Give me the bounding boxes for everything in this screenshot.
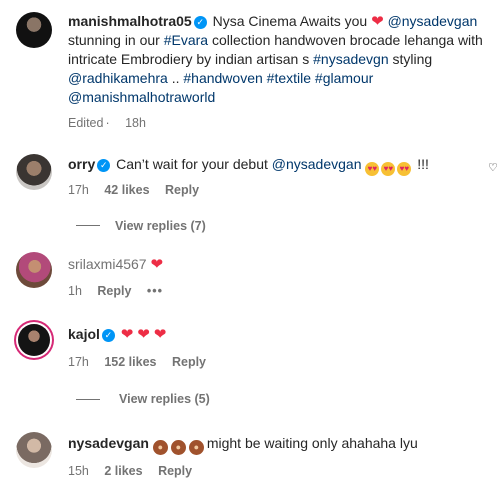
red-heart-emoji: ❤ (371, 13, 384, 30)
commenter-username[interactable]: srilaxmi4567 (68, 256, 147, 272)
heart-eyes-emoji: ♥♥ (365, 162, 380, 176)
hashtag-textile[interactable]: #textile (267, 70, 311, 86)
comment-meta: 17h 42 likes Reply (68, 182, 211, 198)
caption-line1-text: Nysa Cinema Awaits you (212, 13, 368, 29)
comment-text: Can’t wait for your debut (116, 156, 268, 172)
verified-badge-icon: ✓ (193, 16, 207, 29)
comment-likes[interactable]: 42 likes (104, 183, 149, 197)
heart-eyes-emoji: ♥♥ (381, 162, 396, 176)
reply-button[interactable]: Reply (172, 355, 206, 369)
comment-text: might be waiting only ahahaha lyu (206, 435, 418, 451)
see-no-evil-monkey-emoji: ● (170, 440, 186, 455)
post-caption: manishmalhotra05 ✓ Nysa Cinema Awaits you… (68, 12, 500, 107)
caption-line2-post: collection handwoven brocade lehanga wit… (211, 32, 483, 48)
view-replies-button[interactable]: View replies (7) (115, 218, 206, 234)
mention-radhikamehra[interactable]: @radhikamehra (68, 70, 168, 86)
commenter-username[interactable]: nysadevgan (68, 435, 149, 451)
heart-eyes-emoji: ♥♥ (397, 162, 412, 176)
hashtag-glamour[interactable]: #glamour (315, 70, 373, 86)
red-heart-emoji: ❤ (120, 326, 134, 343)
reply-button[interactable]: Reply (165, 183, 199, 197)
caption-line3-post: styling (392, 51, 433, 67)
see-no-evil-monkey-emoji: ● (188, 440, 204, 455)
comment-time: 17h (68, 183, 89, 197)
commenter-username[interactable]: orry (68, 156, 95, 172)
comment-meta: 15h 2 likes Reply (68, 463, 204, 479)
post-meta: Edited · 18h (68, 116, 146, 130)
red-heart-emoji: ❤ (137, 326, 150, 343)
view-replies-button[interactable]: View replies (5) (119, 391, 210, 407)
comment-srilaxmi4567: srilaxmi4567 ❤ (68, 255, 163, 274)
commenter-avatar-srilaxmi4567[interactable] (16, 252, 52, 288)
post-author-avatar[interactable] (16, 12, 52, 48)
verified-badge-icon: ✓ (101, 329, 115, 342)
edited-label: Edited (68, 116, 104, 130)
comment-meta: 17h 152 likes Reply (68, 354, 218, 370)
red-heart-emoji: ❤ (153, 326, 167, 343)
commenter-avatar-orry[interactable] (16, 154, 52, 190)
reply-button[interactable]: Reply (158, 464, 192, 478)
comment-kajol: kajol ✓ ❤ ❤ ❤ (68, 325, 166, 344)
comment-suffix: !!! (417, 156, 429, 172)
commenter-username[interactable]: kajol (68, 326, 100, 342)
comment-time: 15h (68, 464, 89, 478)
caption-line2-pre: stunning in our (68, 32, 160, 48)
commenter-avatar-nysadevgan[interactable] (16, 432, 52, 468)
hashtag-nysadevgn[interactable]: #nysadevgn (313, 51, 389, 67)
mention-nysadevgan[interactable]: @nysadevgan (272, 156, 362, 172)
see-no-evil-monkey-emoji: ● (152, 440, 168, 455)
view-replies-divider (76, 399, 100, 400)
comment-nysadevgan: nysadevgan ● ● ● might be waiting only ahah… (68, 434, 488, 455)
caption-dots: .. (171, 70, 180, 86)
view-replies-divider (76, 225, 100, 226)
comment-orry: orry ✓ Can’t wait for your debut @nysadev… (68, 155, 488, 176)
comment-time: 17h (68, 355, 89, 369)
post-time: 18h (125, 116, 146, 130)
comment-likes[interactable]: 152 likes (104, 355, 156, 369)
hashtag-handwoven[interactable]: #handwoven (183, 70, 262, 86)
mention-nysadevgan[interactable]: @nysadevgan (388, 13, 478, 29)
comment-time: 1h (68, 284, 82, 298)
caption-line3-pre: intricate Embrodiery by indian artisan s (68, 51, 310, 67)
verified-badge-icon: ✓ (97, 159, 111, 172)
comment-likes[interactable]: 2 likes (104, 464, 142, 478)
post-author-username[interactable]: manishmalhotra05 (68, 13, 192, 29)
comment-meta: 1h Reply ••• (68, 283, 175, 299)
more-options-icon[interactable]: ••• (147, 284, 163, 298)
reply-button[interactable]: Reply (97, 284, 131, 298)
heart-outline-icon[interactable]: ♡ (488, 163, 499, 174)
mention-manishmalhotraworld[interactable]: @manishmalhotraworld (68, 89, 215, 105)
commenter-avatar-kajol[interactable] (18, 324, 50, 356)
hashtag-evara[interactable]: #Evara (164, 32, 208, 48)
red-heart-emoji: ❤ (150, 256, 164, 273)
